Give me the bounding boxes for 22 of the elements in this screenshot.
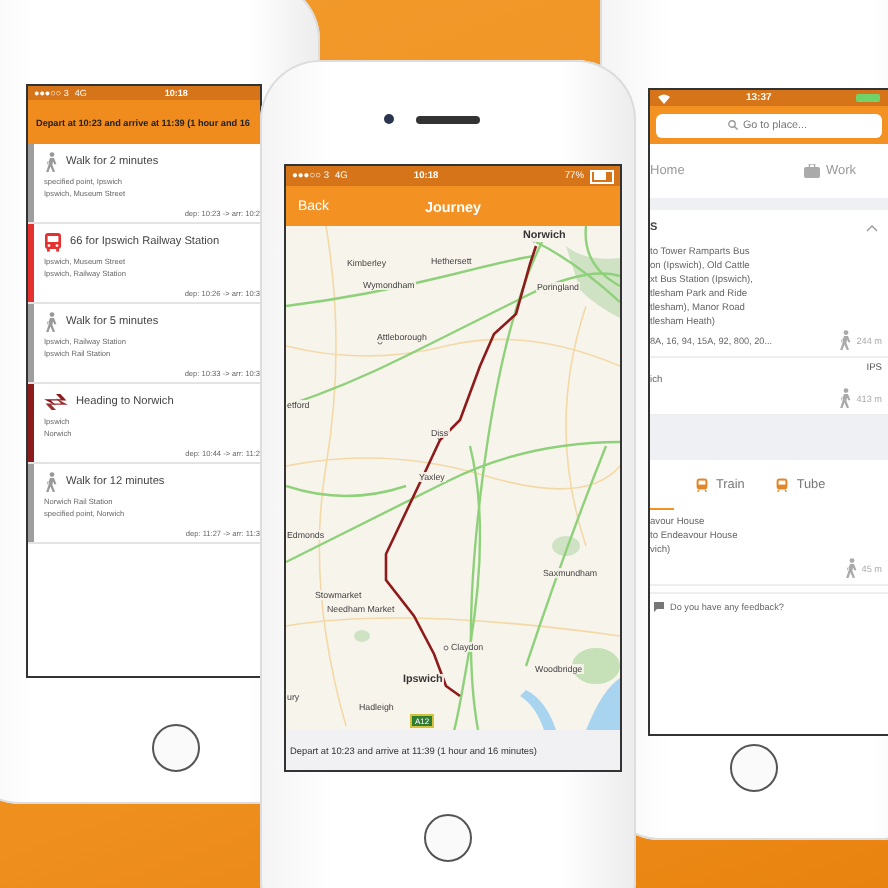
walking-person-icon [44, 311, 58, 331]
walking-person-icon [838, 330, 853, 350]
search-icon [727, 120, 737, 130]
walking-person-icon [838, 388, 853, 408]
battery-icon [856, 94, 880, 102]
double-arrow-icon [44, 393, 68, 409]
train-icon [696, 477, 708, 491]
chevron-up-icon [866, 224, 878, 232]
walking-person-icon [44, 151, 58, 171]
home-button[interactable] [424, 814, 472, 862]
walking-person-icon [44, 471, 58, 491]
front-camera [384, 114, 394, 124]
bus-icon [44, 231, 62, 251]
home-button[interactable] [152, 724, 200, 772]
briefcase-icon [803, 164, 820, 178]
home-button[interactable] [730, 744, 778, 792]
tube-icon [776, 477, 789, 491]
battery-icon [590, 169, 614, 183]
speaker-grille [416, 116, 480, 124]
walking-person-icon [843, 558, 858, 578]
wifi-icon [658, 93, 670, 103]
speech-bubble-icon [654, 602, 664, 612]
